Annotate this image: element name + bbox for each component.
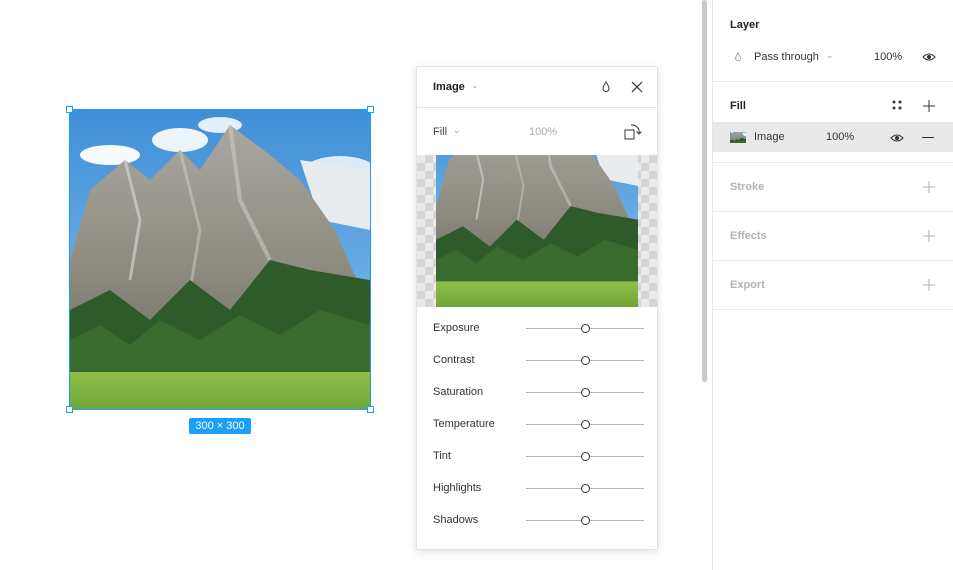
divider [713,162,953,163]
effects-section-title: Effects [730,230,767,242]
layer-section-title: Layer [730,19,760,31]
adjustment-slider-knob[interactable] [580,516,590,525]
stroke-section-title: Stroke [730,181,765,193]
layer-opacity-value[interactable]: 100% [874,51,902,63]
adjustment-row-contrast: Contrast [417,349,657,373]
plus-icon[interactable] [922,229,936,243]
adjustment-row-saturation: Saturation [417,381,657,405]
image-preview[interactable] [417,155,657,307]
drop-icon[interactable] [599,80,613,94]
resize-handle-bottom-right[interactable] [367,406,374,413]
eye-icon[interactable] [922,51,936,63]
fill-item-row[interactable]: Image 100% [713,122,953,152]
minus-icon[interactable] [922,137,934,138]
four-dots-icon[interactable] [891,99,903,111]
fill-section-title: Fill [730,100,746,112]
divider [713,211,953,212]
image-fill-popover: Image ⌄ Fill ⌄ 100% Exposure Contrast Satu… [416,66,658,550]
plus-icon[interactable] [922,278,936,292]
close-icon[interactable] [629,79,645,95]
selected-image-frame[interactable] [69,109,371,410]
resize-handle-top-right[interactable] [367,106,374,113]
adjustment-row-exposure: Exposure [417,317,657,341]
fill-opacity-value[interactable]: 100% [826,131,854,143]
adjustment-label: Highlights [433,482,482,494]
fill-thumbnail[interactable] [730,131,746,143]
adjustment-slider-knob[interactable] [580,484,590,493]
fill-type-label[interactable]: Image [754,131,785,143]
adjustment-slider-knob[interactable] [580,420,590,429]
mountain-image [70,110,370,409]
blend-mode-select[interactable]: Pass through [754,51,819,63]
fill-mode-select[interactable]: Fill [433,126,447,138]
adjustment-row-temperature: Temperature [417,413,657,437]
chevron-down-icon[interactable]: ⌄ [453,125,461,136]
chevron-down-icon[interactable]: ⌄ [826,50,834,61]
eye-icon[interactable] [890,132,904,144]
adjustment-label: Tint [433,450,451,462]
fill-opacity-value[interactable]: 100% [529,126,557,138]
size-badge: 300 × 300 [189,418,251,434]
adjustment-slider-knob[interactable] [580,324,590,333]
divider [713,260,953,261]
chevron-down-icon[interactable]: ⌄ [471,80,479,91]
export-section-title: Export [730,279,765,291]
adjustment-label: Contrast [433,354,475,366]
divider [713,309,953,310]
adjustment-label: Temperature [433,418,495,430]
adjustment-row-highlights: Highlights [417,477,657,501]
resize-handle-top-left[interactable] [66,106,73,113]
adjustment-label: Saturation [433,386,484,398]
adjustment-slider-knob[interactable] [580,452,590,461]
divider [713,81,953,82]
preview-image [436,155,638,307]
popover-header: Image ⌄ [417,67,657,108]
rotate-icon[interactable] [623,122,643,142]
properties-panel: Layer Pass through ⌄ 100% Fill Image 100… [712,0,953,570]
adjustment-row-tint: Tint [417,445,657,469]
resize-handle-bottom-left[interactable] [66,406,73,413]
adjustment-slider-knob[interactable] [580,388,590,397]
canvas[interactable]: 300 × 300 Image ⌄ Fill ⌄ 100% Exposure C… [0,0,712,570]
plus-icon[interactable] [922,180,936,194]
adjustment-slider-knob[interactable] [580,356,590,365]
adjustment-row-shadows: Shadows [417,509,657,533]
canvas-scrollbar[interactable] [702,0,707,382]
plus-icon[interactable] [922,99,936,113]
fill-thumbnail-image [730,131,746,143]
blend-mode-icon [735,52,741,62]
adjustment-label: Shadows [433,514,479,526]
adjustment-label: Exposure [433,322,480,334]
popover-title[interactable]: Image [433,81,465,93]
